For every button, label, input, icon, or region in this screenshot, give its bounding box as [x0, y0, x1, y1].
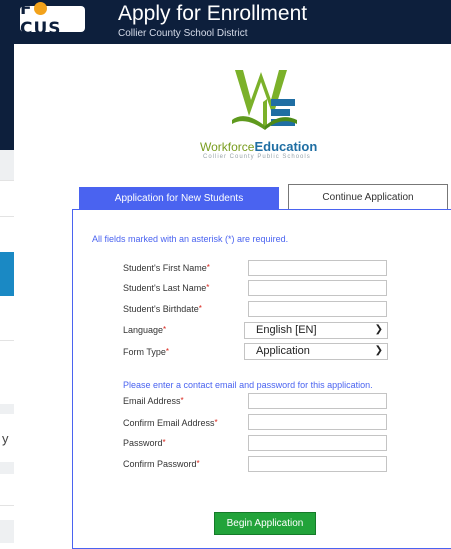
left-panel-row: [0, 404, 14, 414]
first-name-input[interactable]: [248, 260, 387, 276]
birthdate-input[interactable]: [248, 301, 387, 317]
left-partial-text: y: [2, 431, 9, 446]
form-type-select[interactable]: Application ❯: [244, 343, 388, 360]
left-panel-dark: [0, 44, 14, 150]
password-label: Password*: [123, 438, 166, 448]
password-input[interactable]: [248, 435, 387, 451]
form-type-label: Form Type*: [123, 347, 169, 357]
confirm-password-input[interactable]: [248, 456, 387, 472]
language-select-value: English [EN]: [256, 324, 317, 336]
email-input[interactable]: [248, 393, 387, 409]
left-panel-active[interactable]: [0, 252, 14, 296]
email-label: Email Address*: [123, 396, 184, 406]
left-divider: [0, 180, 14, 181]
confirm-email-label: Confirm Email Address*: [123, 418, 218, 428]
left-panel-row: [0, 150, 14, 180]
required-fields-note: All fields marked with an asterisk (*) a…: [92, 234, 289, 244]
left-panel-row: [0, 520, 14, 543]
form-type-select-value: Application: [256, 345, 310, 357]
language-select[interactable]: English [EN] ❯: [244, 322, 388, 339]
language-label: Language*: [123, 325, 167, 335]
last-name-input[interactable]: [248, 280, 387, 296]
focus-logo-o-icon: [33, 2, 47, 15]
chevron-down-icon: ❯: [374, 345, 383, 356]
program-subtitle: Collier County Public Schools: [203, 154, 311, 160]
app-header: FCUS Apply for Enrollment Collier County…: [0, 0, 451, 44]
focus-logo-text: FCUS: [20, 0, 62, 39]
birthdate-label: Student's Birthdate*: [123, 304, 202, 314]
confirm-password-label: Confirm Password*: [123, 459, 200, 469]
left-divider: [0, 505, 14, 506]
chevron-down-icon: ❯: [374, 324, 383, 335]
district-name: Collier County School District: [118, 28, 248, 39]
tab-new-students[interactable]: Application for New Students: [79, 187, 279, 209]
first-name-label: Student's First Name*: [123, 263, 210, 273]
left-divider: [0, 340, 14, 341]
left-divider: [0, 216, 14, 217]
last-name-label: Student's Last Name*: [123, 283, 210, 293]
tab-continue-application[interactable]: Continue Application: [288, 184, 448, 209]
program-title: WorkforceEducation: [200, 139, 318, 154]
page-title: Apply for Enrollment: [118, 2, 308, 25]
contact-info-note: Please enter a contact email and passwor…: [123, 380, 373, 390]
confirm-email-input[interactable]: [248, 414, 387, 430]
focus-logo[interactable]: FCUS: [20, 0, 85, 39]
left-panel-row: [0, 462, 14, 474]
begin-application-button[interactable]: Begin Application: [214, 512, 316, 535]
